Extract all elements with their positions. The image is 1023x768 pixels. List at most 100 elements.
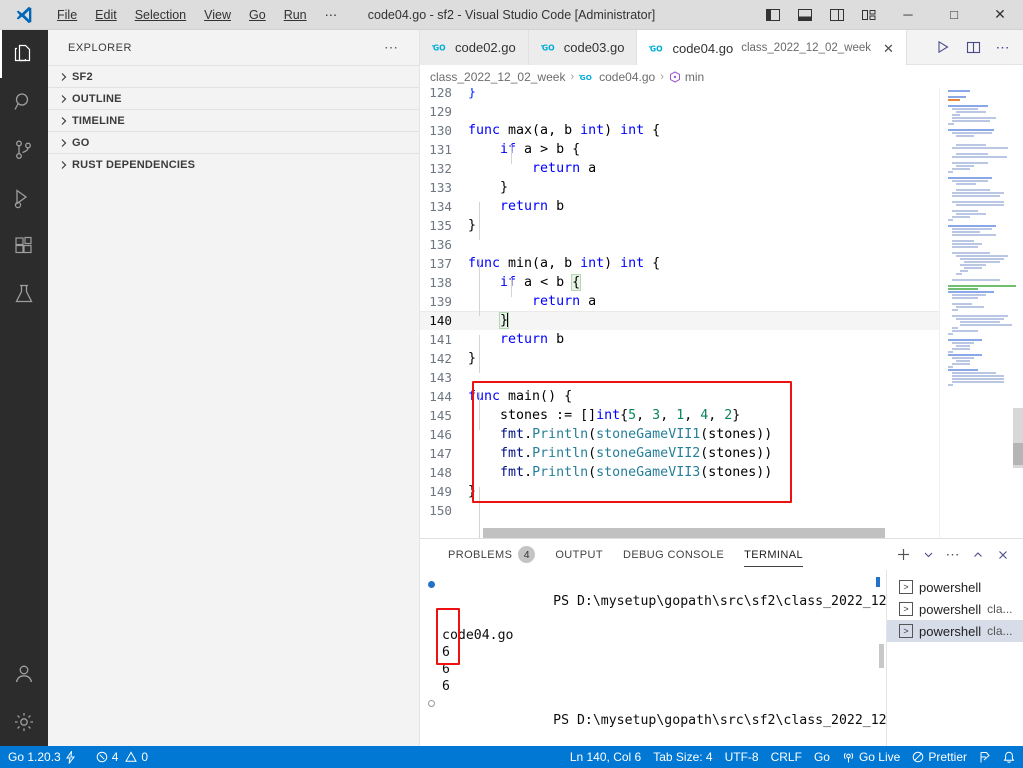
- code-line-current: 140 }: [420, 311, 939, 330]
- menu-more[interactable]: ⋯: [316, 3, 347, 27]
- menu-view[interactable]: View: [195, 3, 240, 27]
- panel-tab-output[interactable]: OUTPUT: [545, 539, 613, 570]
- tab-code04-go[interactable]: GO code04.go class_2022_12_02_week ✕: [637, 30, 907, 65]
- tab-close-button[interactable]: ✕: [883, 42, 894, 55]
- line-number: 128: [429, 88, 452, 100]
- activity-testing-button[interactable]: [0, 270, 48, 318]
- maximize-panel-button[interactable]: [966, 543, 990, 567]
- warning-icon: [125, 751, 138, 763]
- prettier-icon: [912, 751, 924, 763]
- terminal-list-item-active[interactable]: > powershell cla...: [887, 620, 1023, 642]
- go-file-icon: GO: [649, 43, 666, 54]
- editor-more-actions-button[interactable]: ⋯: [989, 33, 1017, 61]
- panel-more-actions-button[interactable]: ⋯: [941, 543, 965, 567]
- editor-minimap[interactable]: [939, 88, 1023, 538]
- explorer-sidebar: EXPLORER ⋯ SF2 OUTLINE TIMELINE GO RUST …: [48, 30, 420, 746]
- tab-description: class_2022_12_02_week: [741, 42, 871, 54]
- breadcrumb-item-file[interactable]: GO code04.go: [579, 70, 655, 84]
- menu-selection[interactable]: Selection: [126, 3, 195, 27]
- terminal-scrollbar-thumb[interactable]: [879, 644, 884, 668]
- run-code-button[interactable]: [929, 33, 957, 61]
- menu-edit[interactable]: Edit: [86, 3, 126, 27]
- toggle-panel-button[interactable]: [789, 0, 821, 30]
- line-content: }: [468, 351, 477, 366]
- terminal-list-item[interactable]: > powershell: [887, 576, 1023, 598]
- activity-manage-button[interactable]: [0, 698, 48, 746]
- split-editor-button[interactable]: [959, 33, 987, 61]
- sidebar-section-timeline[interactable]: TIMELINE: [48, 109, 419, 131]
- breadcrumb-item-folder[interactable]: class_2022_12_02_week: [430, 70, 565, 84]
- tab-code02-go[interactable]: GO code02.go: [420, 30, 529, 65]
- activity-explorer-button[interactable]: [0, 30, 48, 78]
- sidebar-section-outline[interactable]: OUTLINE: [48, 87, 419, 109]
- chevron-right-icon: ›: [570, 70, 575, 83]
- menu-run[interactable]: Run: [275, 3, 316, 27]
- toggle-primary-sidebar-button[interactable]: [757, 0, 789, 30]
- run-debug-icon: [12, 186, 36, 210]
- status-remote-indicator[interactable]: [973, 746, 997, 768]
- terminal-view[interactable]: PS D:\mysetup\gopath\src\sf2\class_2022_…: [420, 570, 886, 746]
- breadcrumb-file-label: code04.go: [599, 69, 656, 84]
- line-content: if a < b {: [500, 274, 582, 291]
- status-language-mode[interactable]: Go: [808, 746, 836, 768]
- maximize-button[interactable]: □: [931, 0, 977, 30]
- code-line: 146 fmt.Println(stoneGameVII1(stones)): [420, 425, 939, 444]
- sidebar-section-label: TIMELINE: [72, 114, 125, 127]
- status-go-live[interactable]: Go Live: [836, 746, 906, 768]
- customize-layout-button[interactable]: [853, 0, 885, 30]
- status-notifications[interactable]: [997, 746, 1021, 768]
- activity-run-debug-button[interactable]: [0, 174, 48, 222]
- status-cursor-position[interactable]: Ln 140, Col 6: [564, 746, 647, 768]
- code-scroll-region[interactable]: 128 } 129 130 func max(a, b int) int {1…: [420, 88, 939, 538]
- line-number: 142: [429, 351, 452, 366]
- indent-guide: [479, 392, 480, 430]
- status-go-version[interactable]: Go 1.20.3: [2, 746, 82, 768]
- activity-accounts-button[interactable]: [0, 650, 48, 698]
- terminal-list-item[interactable]: > powershell cla...: [887, 598, 1023, 620]
- line-number: 140: [429, 313, 452, 328]
- sidebar-section-sf2[interactable]: SF2: [48, 65, 419, 87]
- sidebar-section-rust-dependencies[interactable]: RUST DEPENDENCIES: [48, 153, 419, 175]
- scrollbar-thumb[interactable]: [483, 528, 885, 538]
- code-line: 133 }: [420, 178, 939, 197]
- new-terminal-button[interactable]: [891, 543, 915, 567]
- flask-icon: [12, 282, 36, 306]
- terminal-profile-dropdown[interactable]: [916, 543, 940, 567]
- broadcast-icon: [842, 751, 855, 764]
- sidebar-title: EXPLORER: [68, 41, 132, 54]
- status-problems[interactable]: 4 0: [90, 746, 154, 768]
- menu-go[interactable]: Go: [240, 3, 275, 27]
- activity-search-button[interactable]: [0, 78, 48, 126]
- breadcrumb-item-symbol[interactable]: min: [669, 70, 704, 84]
- line-number: 138: [429, 275, 452, 290]
- panel-tab-debug-console[interactable]: DEBUG CONSOLE: [613, 539, 734, 570]
- panel-tab-bar: PROBLEMS 4 OUTPUT DEBUG CONSOLE TERMINAL: [420, 539, 1023, 570]
- editor-area[interactable]: 128 } 129 130 func max(a, b int) int {1…: [420, 88, 1023, 538]
- sidebar-section-go[interactable]: GO: [48, 131, 419, 153]
- toggle-secondary-sidebar-button[interactable]: [821, 0, 853, 30]
- minimize-button[interactable]: ─: [885, 0, 931, 30]
- status-bar: Go 1.20.3 4 0 Ln 140, Col 6 Tab Size: 4: [0, 746, 1023, 768]
- line-number: 150: [429, 503, 452, 518]
- status-prettier[interactable]: Prettier: [906, 746, 973, 768]
- eol-label: CRLF: [770, 750, 802, 764]
- status-tab-size[interactable]: Tab Size: 4: [647, 746, 718, 768]
- menu-file[interactable]: File: [48, 3, 86, 27]
- terminal-icon: >: [899, 624, 913, 638]
- tab-label: code02.go: [455, 40, 516, 55]
- activity-source-control-button[interactable]: [0, 126, 48, 174]
- sidebar-more-actions-button[interactable]: ⋯: [384, 39, 399, 56]
- tab-code03-go[interactable]: GO code03.go: [528, 30, 638, 65]
- editor-scrollbar-thumb[interactable]: [1013, 443, 1023, 465]
- panel-tab-terminal[interactable]: TERMINAL: [734, 539, 813, 570]
- status-encoding[interactable]: UTF-8: [719, 746, 765, 768]
- editor-horizontal-scrollbar[interactable]: [420, 528, 885, 538]
- close-panel-button[interactable]: [991, 543, 1015, 567]
- panel-tab-problems[interactable]: PROBLEMS 4: [438, 539, 545, 570]
- close-button[interactable]: ✕: [977, 0, 1023, 30]
- activity-extensions-button[interactable]: [0, 222, 48, 270]
- line-number: 145: [429, 408, 452, 423]
- status-eol[interactable]: CRLF: [765, 746, 808, 768]
- language-mode-label: Go: [813, 750, 830, 764]
- code-line: 150: [420, 501, 939, 520]
